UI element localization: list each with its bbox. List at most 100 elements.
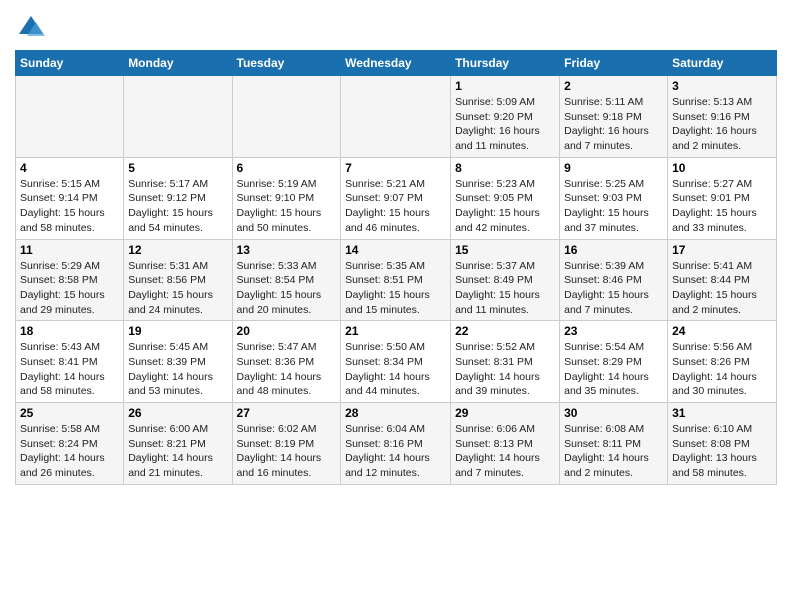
calendar-cell: 31 Sunrise: 6:10 AM Sunset: 8:08 PM Dayli… bbox=[668, 403, 777, 485]
day-number: 12 bbox=[128, 243, 227, 257]
calendar-week-row: 11 Sunrise: 5:29 AM Sunset: 8:58 PM Dayli… bbox=[16, 239, 777, 321]
day-info: Sunrise: 5:27 AM Sunset: 9:01 PM Dayligh… bbox=[672, 177, 772, 236]
calendar-cell: 21Sunrise: 5:50 AM Sunset: 8:34 PM Dayli… bbox=[341, 321, 451, 403]
calendar-cell: 18Sunrise: 5:43 AM Sunset: 8:41 PM Dayli… bbox=[16, 321, 124, 403]
day-info: Sunrise: 5:09 AM Sunset: 9:20 PM Dayligh… bbox=[455, 95, 555, 154]
day-number: 23 bbox=[564, 324, 663, 338]
calendar-cell bbox=[124, 76, 232, 158]
day-info: Sunrise: 5:33 AM Sunset: 8:54 PM Dayligh… bbox=[237, 259, 337, 318]
day-info: Sunrise: 5:35 AM Sunset: 8:51 PM Dayligh… bbox=[345, 259, 446, 318]
calendar-table: SundayMondayTuesdayWednesdayThursdayFrid… bbox=[15, 50, 777, 485]
day-number: 24 bbox=[672, 324, 772, 338]
day-number: 31 bbox=[672, 406, 772, 420]
day-info: Sunrise: 5:54 AM Sunset: 8:29 PM Dayligh… bbox=[564, 340, 663, 399]
calendar-week-row: 18Sunrise: 5:43 AM Sunset: 8:41 PM Dayli… bbox=[16, 321, 777, 403]
calendar-cell bbox=[341, 76, 451, 158]
calendar-cell: 4Sunrise: 5:15 AM Sunset: 9:14 PM Daylig… bbox=[16, 157, 124, 239]
calendar-cell: 15 Sunrise: 5:37 AM Sunset: 8:49 PM Dayli… bbox=[451, 239, 560, 321]
calendar-cell: 22Sunrise: 5:52 AM Sunset: 8:31 PM Dayli… bbox=[451, 321, 560, 403]
calendar-cell: 2 Sunrise: 5:11 AM Sunset: 9:18 PM Daylig… bbox=[560, 76, 668, 158]
calendar-cell: 9Sunrise: 5:25 AM Sunset: 9:03 PM Daylig… bbox=[560, 157, 668, 239]
calendar-week-row: 4Sunrise: 5:15 AM Sunset: 9:14 PM Daylig… bbox=[16, 157, 777, 239]
calendar-cell bbox=[232, 76, 341, 158]
calendar-cell: 5Sunrise: 5:17 AM Sunset: 9:12 PM Daylig… bbox=[124, 157, 232, 239]
day-info: Sunrise: 5:56 AM Sunset: 8:26 PM Dayligh… bbox=[672, 340, 772, 399]
day-number: 8 bbox=[455, 161, 555, 175]
day-info: Sunrise: 5:13 AM Sunset: 9:16 PM Dayligh… bbox=[672, 95, 772, 154]
day-info: Sunrise: 5:31 AM Sunset: 8:56 PM Dayligh… bbox=[128, 259, 227, 318]
calendar-cell: 3 Sunrise: 5:13 AM Sunset: 9:16 PM Daylig… bbox=[668, 76, 777, 158]
calendar-cell: 16 Sunrise: 5:39 AM Sunset: 8:46 PM Dayli… bbox=[560, 239, 668, 321]
day-number: 15 bbox=[455, 243, 555, 257]
calendar-cell: 28Sunrise: 6:04 AM Sunset: 8:16 PM Dayli… bbox=[341, 403, 451, 485]
day-info: Sunrise: 6:10 AM Sunset: 8:08 PM Dayligh… bbox=[672, 422, 772, 481]
page: SundayMondayTuesdayWednesdayThursdayFrid… bbox=[0, 0, 792, 500]
logo-icon bbox=[17, 14, 45, 42]
calendar-cell: 17 Sunrise: 5:41 AM Sunset: 8:44 PM Dayli… bbox=[668, 239, 777, 321]
day-info: Sunrise: 5:11 AM Sunset: 9:18 PM Dayligh… bbox=[564, 95, 663, 154]
calendar-cell: 11 Sunrise: 5:29 AM Sunset: 8:58 PM Dayli… bbox=[16, 239, 124, 321]
day-number: 6 bbox=[237, 161, 337, 175]
calendar-col-header: Thursday bbox=[451, 51, 560, 76]
calendar-cell: 24 Sunrise: 5:56 AM Sunset: 8:26 PM Dayli… bbox=[668, 321, 777, 403]
day-info: Sunrise: 5:21 AM Sunset: 9:07 PM Dayligh… bbox=[345, 177, 446, 236]
day-info: Sunrise: 5:47 AM Sunset: 8:36 PM Dayligh… bbox=[237, 340, 337, 399]
day-info: Sunrise: 5:29 AM Sunset: 8:58 PM Dayligh… bbox=[20, 259, 119, 318]
day-number: 28 bbox=[345, 406, 446, 420]
day-number: 25 bbox=[20, 406, 119, 420]
calendar-col-header: Monday bbox=[124, 51, 232, 76]
calendar-cell: 8 Sunrise: 5:23 AM Sunset: 9:05 PM Daylig… bbox=[451, 157, 560, 239]
day-number: 21 bbox=[345, 324, 446, 338]
day-number: 20 bbox=[237, 324, 337, 338]
day-info: Sunrise: 5:39 AM Sunset: 8:46 PM Dayligh… bbox=[564, 259, 663, 318]
day-number: 26 bbox=[128, 406, 227, 420]
calendar-cell: 1 Sunrise: 5:09 AM Sunset: 9:20 PM Daylig… bbox=[451, 76, 560, 158]
day-number: 27 bbox=[237, 406, 337, 420]
day-number: 9 bbox=[564, 161, 663, 175]
calendar-col-header: Friday bbox=[560, 51, 668, 76]
calendar-cell: 26 Sunrise: 6:00 AM Sunset: 8:21 PM Dayli… bbox=[124, 403, 232, 485]
day-info: Sunrise: 6:06 AM Sunset: 8:13 PM Dayligh… bbox=[455, 422, 555, 481]
calendar-cell: 6 Sunrise: 5:19 AM Sunset: 9:10 PM Daylig… bbox=[232, 157, 341, 239]
day-number: 1 bbox=[455, 79, 555, 93]
day-number: 2 bbox=[564, 79, 663, 93]
calendar-cell: 13 Sunrise: 5:33 AM Sunset: 8:54 PM Dayli… bbox=[232, 239, 341, 321]
day-number: 17 bbox=[672, 243, 772, 257]
day-number: 19 bbox=[128, 324, 227, 338]
day-info: Sunrise: 6:02 AM Sunset: 8:19 PM Dayligh… bbox=[237, 422, 337, 481]
day-info: Sunrise: 6:08 AM Sunset: 8:11 PM Dayligh… bbox=[564, 422, 663, 481]
calendar-cell: 19 Sunrise: 5:45 AM Sunset: 8:39 PM Dayli… bbox=[124, 321, 232, 403]
calendar-cell: 30 Sunrise: 6:08 AM Sunset: 8:11 PM Dayli… bbox=[560, 403, 668, 485]
day-info: Sunrise: 5:23 AM Sunset: 9:05 PM Dayligh… bbox=[455, 177, 555, 236]
day-number: 30 bbox=[564, 406, 663, 420]
calendar-cell bbox=[16, 76, 124, 158]
day-info: Sunrise: 6:00 AM Sunset: 8:21 PM Dayligh… bbox=[128, 422, 227, 481]
calendar-cell: 23 Sunrise: 5:54 AM Sunset: 8:29 PM Dayli… bbox=[560, 321, 668, 403]
day-info: Sunrise: 5:15 AM Sunset: 9:14 PM Dayligh… bbox=[20, 177, 119, 236]
day-info: Sunrise: 5:41 AM Sunset: 8:44 PM Dayligh… bbox=[672, 259, 772, 318]
calendar-week-row: 1 Sunrise: 5:09 AM Sunset: 9:20 PM Daylig… bbox=[16, 76, 777, 158]
day-info: Sunrise: 5:45 AM Sunset: 8:39 PM Dayligh… bbox=[128, 340, 227, 399]
day-number: 10 bbox=[672, 161, 772, 175]
day-number: 11 bbox=[20, 243, 119, 257]
day-info: Sunrise: 5:43 AM Sunset: 8:41 PM Dayligh… bbox=[20, 340, 119, 399]
day-info: Sunrise: 5:17 AM Sunset: 9:12 PM Dayligh… bbox=[128, 177, 227, 236]
day-number: 14 bbox=[345, 243, 446, 257]
calendar-cell: 12 Sunrise: 5:31 AM Sunset: 8:56 PM Dayli… bbox=[124, 239, 232, 321]
day-info: Sunrise: 5:52 AM Sunset: 8:31 PM Dayligh… bbox=[455, 340, 555, 399]
calendar-cell: 29Sunrise: 6:06 AM Sunset: 8:13 PM Dayli… bbox=[451, 403, 560, 485]
calendar-cell: 7Sunrise: 5:21 AM Sunset: 9:07 PM Daylig… bbox=[341, 157, 451, 239]
day-number: 13 bbox=[237, 243, 337, 257]
day-number: 3 bbox=[672, 79, 772, 93]
calendar-col-header: Tuesday bbox=[232, 51, 341, 76]
calendar-cell: 25Sunrise: 5:58 AM Sunset: 8:24 PM Dayli… bbox=[16, 403, 124, 485]
day-number: 16 bbox=[564, 243, 663, 257]
calendar-cell: 10 Sunrise: 5:27 AM Sunset: 9:01 PM Dayli… bbox=[668, 157, 777, 239]
day-info: Sunrise: 5:37 AM Sunset: 8:49 PM Dayligh… bbox=[455, 259, 555, 318]
calendar-week-row: 25Sunrise: 5:58 AM Sunset: 8:24 PM Dayli… bbox=[16, 403, 777, 485]
logo bbox=[15, 14, 45, 42]
calendar-cell: 20 Sunrise: 5:47 AM Sunset: 8:36 PM Dayli… bbox=[232, 321, 341, 403]
day-info: Sunrise: 5:19 AM Sunset: 9:10 PM Dayligh… bbox=[237, 177, 337, 236]
calendar-col-header: Sunday bbox=[16, 51, 124, 76]
header bbox=[15, 10, 777, 42]
